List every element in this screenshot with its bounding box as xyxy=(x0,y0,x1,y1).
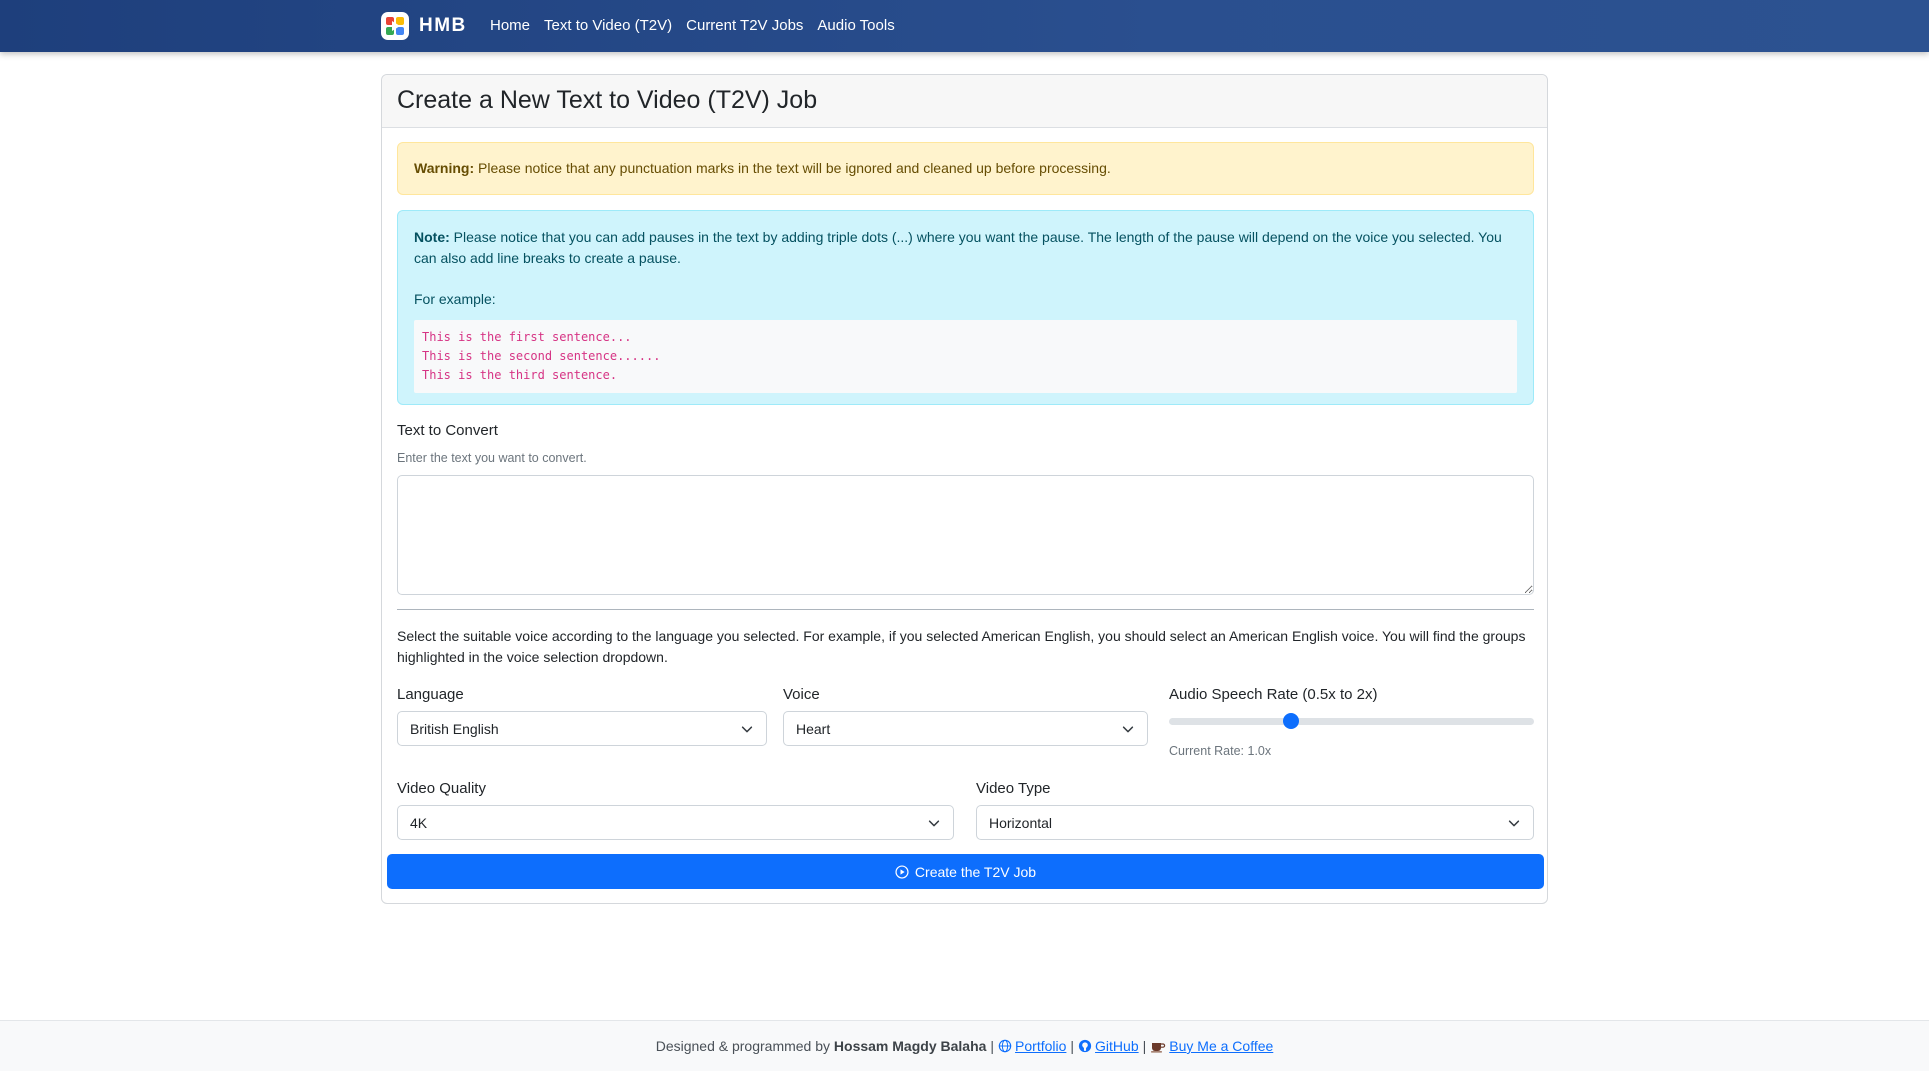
chevron-down-icon xyxy=(741,726,753,733)
voice-description: Select the suitable voice according to t… xyxy=(397,628,1526,665)
nav-links: Home Text to Video (T2V) Current T2V Job… xyxy=(490,17,895,34)
portfolio-link[interactable]: Portfolio xyxy=(998,1038,1066,1054)
language-label: Language xyxy=(397,686,464,703)
navbar: HMB Home Text to Video (T2V) Current T2V… xyxy=(0,0,1929,52)
video-type-label: Video Type xyxy=(976,780,1051,797)
buy-coffee-link[interactable]: Buy Me a Coffee xyxy=(1150,1038,1273,1054)
github-icon xyxy=(1078,1039,1092,1053)
nav-link-audio-tools[interactable]: Audio Tools xyxy=(817,17,894,34)
video-quality-label: Video Quality xyxy=(397,780,486,797)
page-title: Create a New Text to Video (T2V) Job xyxy=(397,86,818,114)
speech-rate-slider[interactable] xyxy=(1169,713,1534,729)
language-selected-value: British English xyxy=(410,720,499,737)
current-rate-text: Current Rate: 1.0x xyxy=(1169,744,1272,758)
play-circle-icon xyxy=(895,864,909,879)
warning-text: Please notice that any punctuation marks… xyxy=(478,160,1111,176)
chevron-down-icon xyxy=(1508,820,1520,827)
brand-name: HMB xyxy=(419,15,467,36)
video-type-select[interactable]: Horizontal xyxy=(976,805,1534,840)
voice-label: Voice xyxy=(783,686,820,703)
create-job-button[interactable]: Create the T2V Job xyxy=(387,854,1544,889)
footer-separator: | xyxy=(1070,1038,1075,1054)
text-to-convert-help: Enter the text you want to convert. xyxy=(397,451,587,465)
video-quality-select[interactable]: 4K xyxy=(397,805,954,840)
video-quality-selected-value: 4K xyxy=(410,814,428,831)
example-code-block: This is the first sentence... This is the… xyxy=(414,320,1517,393)
footer-separator: | xyxy=(990,1038,995,1054)
t2v-job-card: Create a New Text to Video (T2V) Job War… xyxy=(381,74,1548,904)
voice-select[interactable]: Heart xyxy=(783,711,1148,746)
example-line: This is the first sentence... xyxy=(422,330,632,344)
nav-link-current-jobs[interactable]: Current T2V Jobs xyxy=(686,17,803,34)
speech-rate-slider-thumb[interactable] xyxy=(1282,713,1299,729)
github-link[interactable]: GitHub xyxy=(1078,1038,1139,1054)
chevron-down-icon xyxy=(1122,726,1134,733)
example-label: For example: xyxy=(414,291,496,307)
card-header: Create a New Text to Video (T2V) Job xyxy=(382,75,1547,128)
footer-prefix: Designed & programmed by xyxy=(655,1038,831,1054)
buy-coffee-label: Buy Me a Coffee xyxy=(1169,1038,1274,1054)
brand-link[interactable]: HMB xyxy=(381,12,467,40)
brand-logo-icon xyxy=(381,12,409,40)
example-line: This is the third sentence. xyxy=(422,368,618,382)
video-type-selected-value: Horizontal xyxy=(989,814,1053,831)
speech-rate-label: Audio Speech Rate (0.5x to 2x) xyxy=(1169,686,1378,703)
github-label: GitHub xyxy=(1095,1038,1139,1054)
nav-link-home[interactable]: Home xyxy=(490,17,530,34)
note-paragraph: Note: Please notice that you can add pau… xyxy=(414,227,1517,269)
note-label: Note: xyxy=(414,229,450,245)
globe-icon xyxy=(998,1039,1012,1053)
warning-alert: Warning: Please notice that any punctuat… xyxy=(397,142,1534,195)
nav-link-text-to-video[interactable]: Text to Video (T2V) xyxy=(544,17,672,34)
create-job-label: Create the T2V Job xyxy=(914,863,1037,880)
divider xyxy=(397,609,1534,610)
voice-selected-value: Heart xyxy=(796,720,831,737)
note-alert: Note: Please notice that you can add pau… xyxy=(397,210,1534,405)
footer: Designed & programmed by Hossam Magdy Ba… xyxy=(0,1020,1929,1071)
footer-separator: | xyxy=(1142,1038,1147,1054)
chevron-down-icon xyxy=(928,820,940,827)
text-to-convert-label: Text to Convert xyxy=(397,422,498,439)
coffee-cup-icon xyxy=(1151,1043,1166,1053)
note-text: Please notice that you can add pauses in… xyxy=(414,229,1502,266)
text-to-convert-input[interactable] xyxy=(397,475,1534,595)
language-select[interactable]: British English xyxy=(397,711,767,746)
example-line: This is the second sentence...... xyxy=(422,349,661,363)
footer-author: Hossam Magdy Balaha xyxy=(833,1038,987,1054)
warning-label: Warning: xyxy=(414,160,475,176)
portfolio-label: Portfolio xyxy=(1015,1038,1067,1054)
